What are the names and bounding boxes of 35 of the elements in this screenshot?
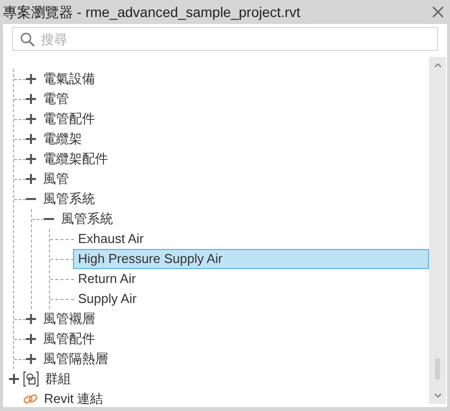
tree-item[interactable]: 風管配件	[25, 329, 429, 349]
tree-item[interactable]: 電氣設備	[25, 69, 429, 89]
expand-icon[interactable]	[26, 174, 36, 184]
tree-item[interactable]: 電管	[25, 89, 429, 109]
tree-item[interactable]: Return Air	[73, 269, 429, 289]
expand-icon[interactable]	[26, 154, 36, 164]
tree-item[interactable]: 風管	[25, 169, 429, 189]
expand-icon[interactable]	[26, 114, 36, 124]
tree-item[interactable]: Revit 連結	[5, 389, 429, 409]
tree-item[interactable]: 風管隔熱層	[25, 349, 429, 369]
window-title: 專案瀏覽器 - rme_advanced_sample_project.rvt	[3, 2, 300, 22]
search-icon	[20, 32, 35, 47]
tree-item[interactable]: 電纜架	[25, 129, 429, 149]
expand-icon[interactable]	[9, 374, 19, 384]
tree-item[interactable]: Supply Air	[73, 289, 429, 309]
group-icon	[23, 371, 39, 387]
tree-item[interactable]: High Pressure Supply Air	[73, 249, 429, 269]
tree-item[interactable]: 風管系統	[43, 209, 429, 229]
scroll-thumb[interactable]	[435, 358, 440, 380]
expand-icon[interactable]	[26, 134, 36, 144]
expand-icon[interactable]	[26, 354, 36, 364]
close-icon[interactable]	[432, 6, 444, 18]
expand-icon[interactable]	[26, 94, 36, 104]
expand-icon[interactable]	[26, 314, 36, 324]
tree-item[interactable]: 電管配件	[25, 109, 429, 129]
link-icon	[23, 393, 38, 405]
tree-item[interactable]: Exhaust Air	[73, 229, 429, 249]
tree-item[interactable]: 風管襯層	[25, 309, 429, 329]
tree-item[interactable]: 群組	[5, 369, 429, 389]
search-field[interactable]: 搜尋	[12, 27, 438, 51]
tree-item[interactable]: 電纜架配件	[25, 149, 429, 169]
expand-icon[interactable]	[26, 74, 36, 84]
scrollbar[interactable]	[429, 57, 446, 404]
tree-item[interactable]: 風管系統	[25, 189, 429, 209]
expand-icon[interactable]	[26, 334, 36, 344]
